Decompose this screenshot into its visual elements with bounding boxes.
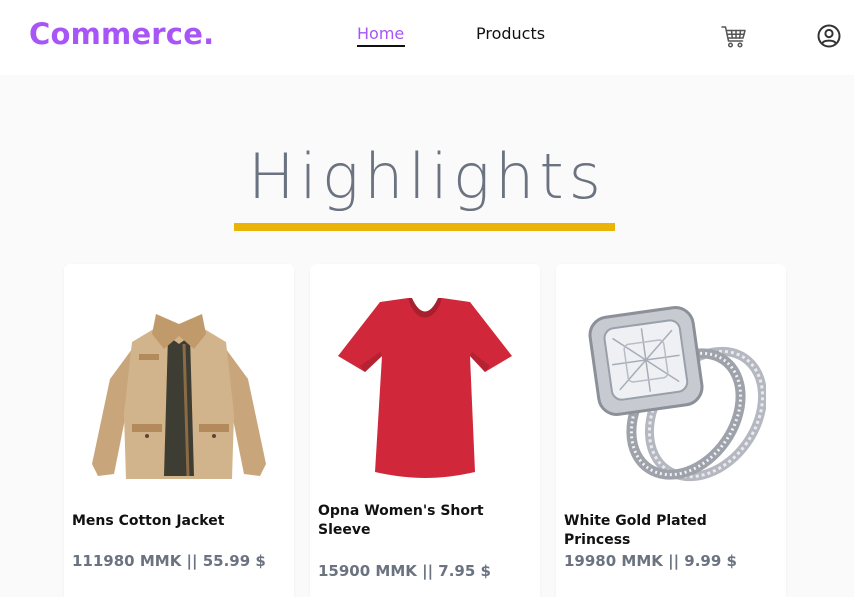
jacket-image[interactable] bbox=[84, 294, 274, 489]
nav-home-link[interactable]: Home bbox=[357, 24, 404, 43]
product-card[interactable]: Opna Women's Short Sleeve 15900 MMK || 7… bbox=[310, 264, 540, 597]
nav-products-link[interactable]: Products bbox=[476, 24, 545, 43]
product-price: 19980 MMK || 9.99 $ bbox=[564, 552, 737, 570]
cart-icon[interactable] bbox=[721, 24, 747, 50]
product-price: 111980 MMK || 55.99 $ bbox=[72, 552, 266, 570]
product-price: 15900 MMK || 7.95 $ bbox=[318, 562, 491, 580]
product-name[interactable]: Opna Women's Short Sleeve bbox=[318, 502, 530, 540]
brand-logo[interactable]: Commerce. bbox=[29, 17, 214, 51]
tshirt-image[interactable] bbox=[330, 294, 520, 489]
user-circle-icon[interactable] bbox=[816, 23, 842, 49]
product-name[interactable]: White Gold Plated Princess bbox=[564, 512, 776, 550]
active-nav-underline bbox=[357, 45, 405, 47]
ring-image[interactable] bbox=[576, 294, 768, 489]
product-card[interactable]: White Gold Plated Princess 19980 MMK || … bbox=[556, 264, 786, 597]
product-name[interactable]: Mens Cotton Jacket bbox=[72, 512, 284, 531]
product-card[interactable]: Mens Cotton Jacket 111980 MMK || 55.99 $ bbox=[64, 264, 294, 597]
highlights-heading: Highlights bbox=[248, 140, 606, 213]
top-navbar: Commerce. Home Products bbox=[0, 0, 854, 75]
heading-underline-bar bbox=[234, 223, 615, 231]
